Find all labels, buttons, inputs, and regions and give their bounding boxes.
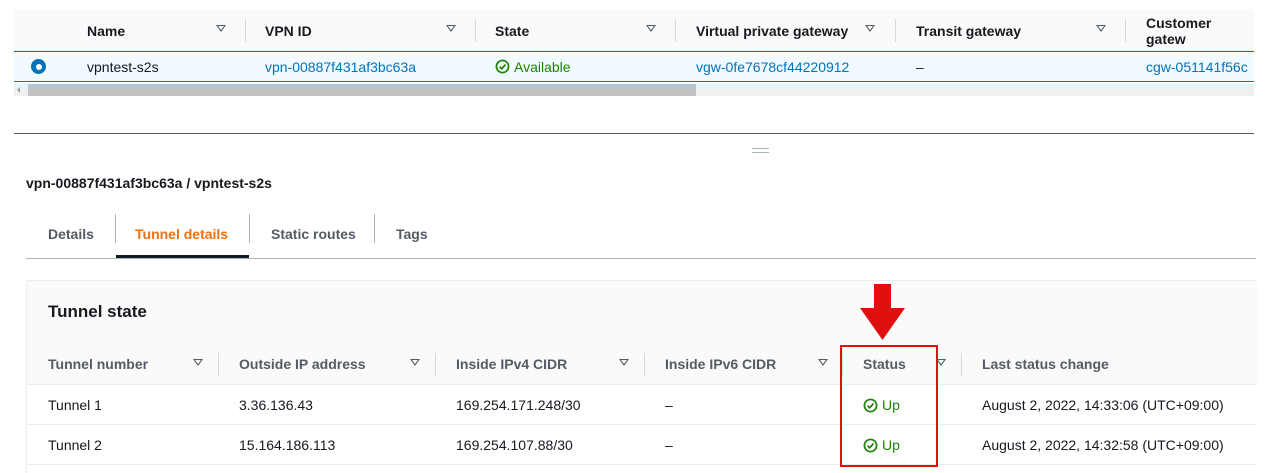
- scrollbar-thumb[interactable]: [28, 84, 696, 96]
- panel-title: Tunnel state: [48, 302, 147, 321]
- sort-caret-icon[interactable]: [193, 359, 203, 366]
- tunnel-number-cell: Tunnel 1: [48, 397, 102, 413]
- outside-ip-cell: 3.36.136.43: [239, 397, 313, 413]
- column-header-transit-gateway[interactable]: Transit gateway: [916, 10, 1021, 51]
- column-header-inside-ipv4[interactable]: Inside IPv4 CIDR: [456, 343, 567, 385]
- sort-caret-icon[interactable]: [646, 25, 656, 32]
- column-divider[interactable]: [245, 19, 246, 42]
- vpn-id-link[interactable]: vpn-00887f431af3bc63a: [265, 52, 416, 81]
- tunnel-state-panel: Tunnel state Tunnel number Outside IP ad…: [26, 280, 1257, 473]
- sort-caret-icon[interactable]: [1096, 25, 1106, 32]
- tab-divider: [374, 214, 375, 243]
- vpn-connections-table: Name VPN ID State Virtual private gatewa…: [14, 10, 1254, 82]
- sort-caret-icon[interactable]: [865, 25, 875, 32]
- tab-details[interactable]: Details: [48, 210, 94, 258]
- column-divider[interactable]: [435, 353, 436, 376]
- tab-static-routes[interactable]: Static routes: [271, 210, 356, 258]
- table-row: Tunnel 2 15.164.186.113 169.254.107.88/3…: [27, 425, 1257, 465]
- column-divider[interactable]: [961, 353, 962, 376]
- tab-divider: [249, 214, 250, 243]
- column-header-customer-gateway[interactable]: Customer gatew: [1146, 10, 1254, 51]
- check-circle-icon: [495, 59, 510, 74]
- column-header-outside-ip[interactable]: Outside IP address: [239, 343, 366, 385]
- last-status-change-cell: August 2, 2022, 14:33:06 (UTC+09:00): [982, 397, 1224, 413]
- detail-tabs: Details Tunnel details Static routes Tag…: [26, 210, 1256, 259]
- inside-ipv4-cell: 169.254.171.248/30: [456, 397, 581, 413]
- table-row: Tunnel 1 3.36.136.43 169.254.171.248/30 …: [27, 385, 1257, 425]
- inside-ipv6-cell: –: [665, 437, 673, 453]
- column-divider[interactable]: [1125, 19, 1126, 42]
- column-divider[interactable]: [644, 353, 645, 376]
- sort-caret-icon[interactable]: [818, 359, 828, 366]
- annotation-highlight-box: [840, 345, 938, 467]
- split-panel-divider: [14, 133, 1254, 134]
- table-row-selected[interactable]: vpntest-s2s vpn-00887f431af3bc63a Availa…: [14, 51, 1254, 82]
- drag-handle-icon[interactable]: [752, 148, 769, 153]
- sort-caret-icon[interactable]: [410, 359, 420, 366]
- scroll-left-icon[interactable]: [17, 87, 20, 93]
- tab-divider: [115, 214, 116, 243]
- tab-tags[interactable]: Tags: [396, 210, 428, 258]
- horizontal-scrollbar[interactable]: [14, 84, 1254, 96]
- last-status-change-cell: August 2, 2022, 14:32:58 (UTC+09:00): [982, 437, 1224, 453]
- sort-caret-icon[interactable]: [216, 25, 226, 32]
- tab-tunnel-details[interactable]: Tunnel details: [135, 210, 228, 258]
- sort-caret-icon[interactable]: [619, 359, 629, 366]
- inside-ipv4-cell: 169.254.107.88/30: [456, 437, 573, 453]
- column-header-virtual-private-gateway[interactable]: Virtual private gateway: [696, 10, 848, 51]
- active-tab-indicator: [116, 255, 249, 258]
- tunnel-table-header: Tunnel number Outside IP address Inside …: [27, 343, 1257, 385]
- sort-caret-icon[interactable]: [446, 25, 456, 32]
- customer-gateway-link[interactable]: cgw-051141f56c: [1146, 52, 1248, 81]
- state-cell: Available: [495, 52, 571, 81]
- annotation-arrow-icon: [860, 284, 905, 340]
- panel-header: Tunnel state: [27, 281, 1257, 343]
- transit-gateway-cell: –: [916, 58, 924, 75]
- tunnel-number-cell: Tunnel 2: [48, 437, 102, 453]
- column-divider[interactable]: [218, 353, 219, 376]
- column-divider[interactable]: [675, 19, 676, 42]
- column-header-tunnel-number[interactable]: Tunnel number: [48, 343, 148, 385]
- outside-ip-cell: 15.164.186.113: [239, 437, 336, 453]
- column-header-inside-ipv6[interactable]: Inside IPv6 CIDR: [665, 343, 776, 385]
- detail-panel-title: vpn-00887f431af3bc63a / vpntest-s2s: [26, 175, 272, 191]
- inside-ipv6-cell: –: [665, 397, 673, 413]
- vpn-table-header: Name VPN ID State Virtual private gatewa…: [14, 10, 1254, 51]
- column-divider[interactable]: [895, 19, 896, 42]
- column-divider[interactable]: [475, 19, 476, 42]
- vpn-name-cell: vpntest-s2s: [87, 58, 159, 75]
- column-header-name[interactable]: Name: [87, 10, 125, 51]
- column-header-last-status-change[interactable]: Last status change: [982, 343, 1109, 385]
- column-header-state[interactable]: State: [495, 10, 529, 51]
- radio-selected-icon[interactable]: [31, 59, 46, 74]
- column-header-vpn-id[interactable]: VPN ID: [265, 10, 312, 51]
- virtual-private-gateway-link[interactable]: vgw-0fe7678cf44220912: [696, 52, 849, 81]
